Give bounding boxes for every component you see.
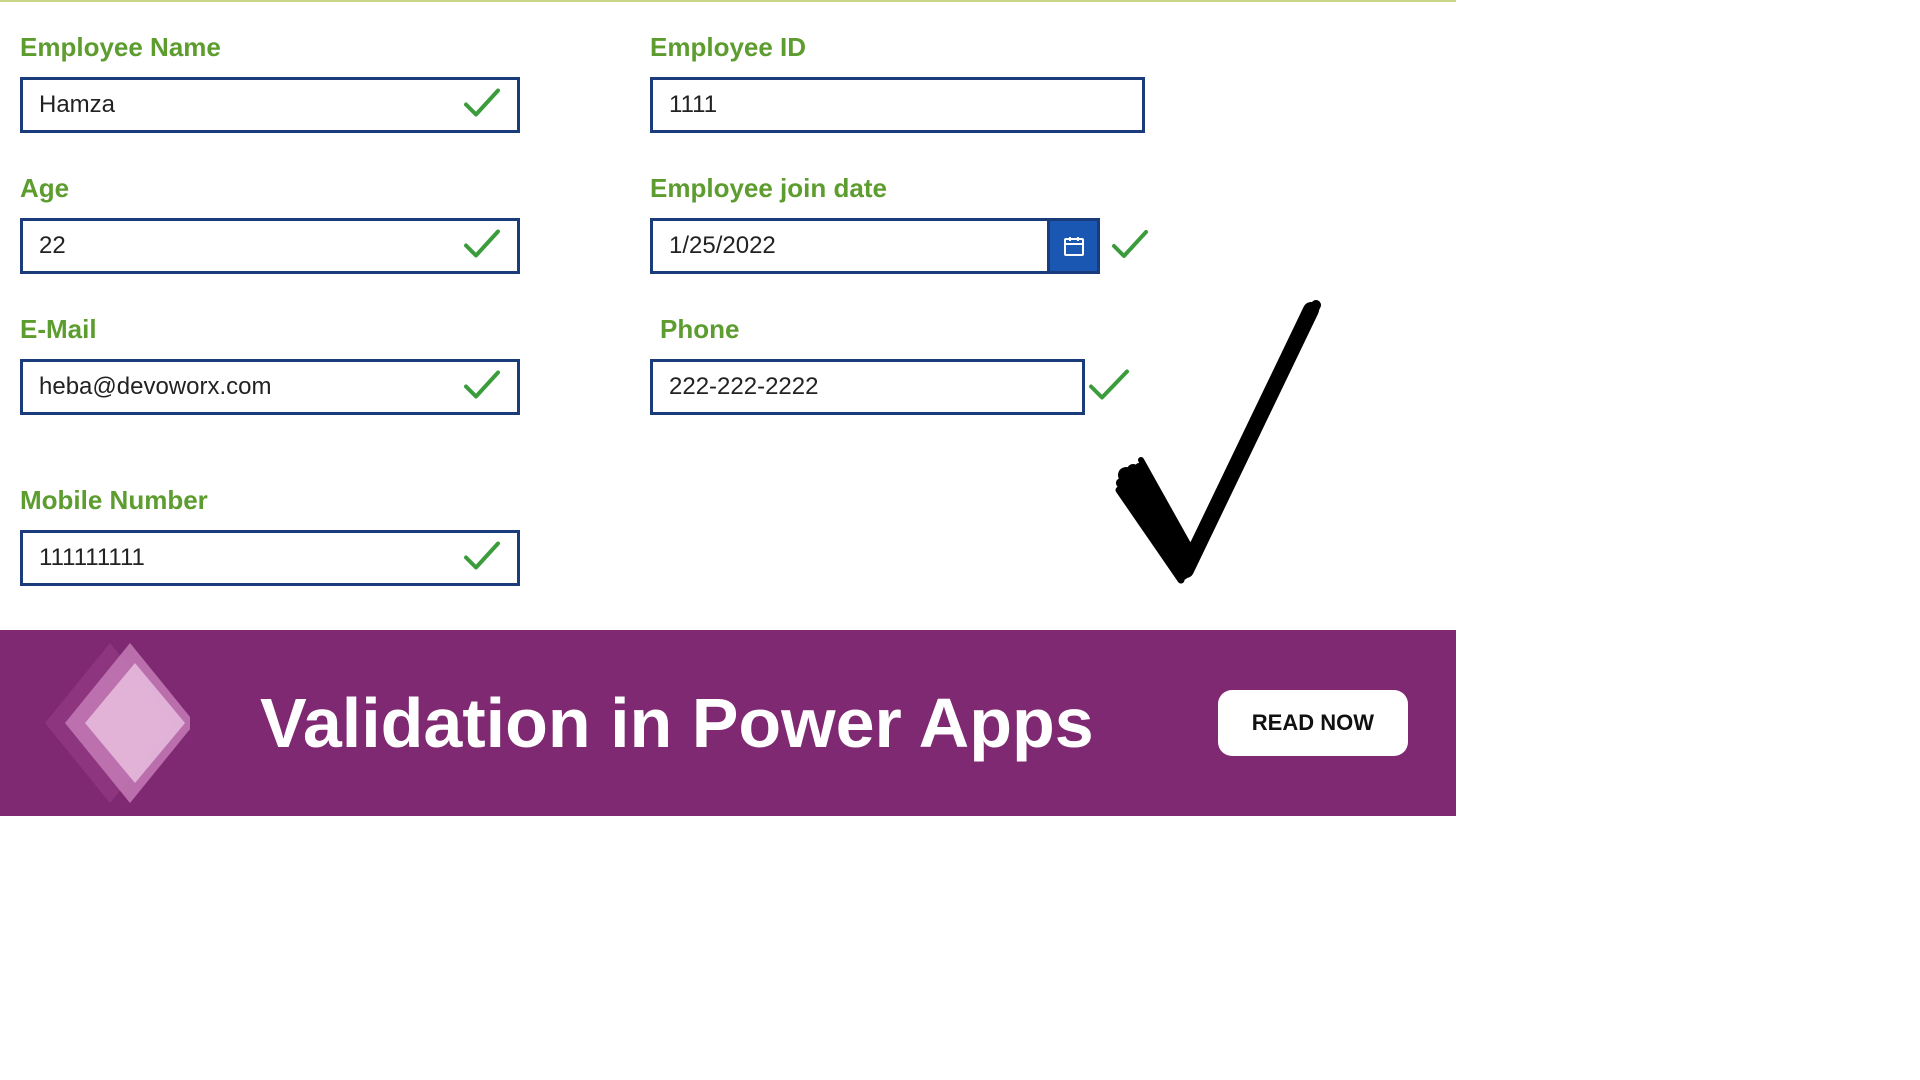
form-left-column: Employee Name Age E-Mail <box>20 32 520 626</box>
powerapps-logo-icon <box>30 643 190 803</box>
employee-id-input[interactable] <box>650 77 1145 133</box>
phone-label: Phone <box>650 314 1150 345</box>
banner-title: Validation in Power Apps <box>260 683 1218 763</box>
check-icon <box>1110 226 1150 267</box>
join-date-label: Employee join date <box>650 173 1150 204</box>
age-input[interactable] <box>20 218 520 274</box>
employee-id-group: Employee ID <box>650 32 1150 133</box>
employee-id-input-wrap <box>650 77 1150 133</box>
email-input-wrap <box>20 359 520 415</box>
employee-id-label: Employee ID <box>650 32 1150 63</box>
phone-input-wrap <box>650 359 1150 415</box>
employee-name-group: Employee Name <box>20 32 520 133</box>
join-date-group: Employee join date <box>650 173 1150 274</box>
check-icon <box>462 226 502 267</box>
age-input-wrap <box>20 218 520 274</box>
banner: Validation in Power Apps READ NOW <box>0 630 1456 816</box>
read-now-button[interactable]: READ NOW <box>1218 690 1408 756</box>
check-icon <box>462 367 502 408</box>
calendar-icon <box>1062 234 1086 258</box>
check-icon <box>462 538 502 579</box>
calendar-button[interactable] <box>1050 218 1100 274</box>
email-input[interactable] <box>20 359 520 415</box>
phone-group: Phone <box>650 314 1150 415</box>
employee-name-label: Employee Name <box>20 32 520 63</box>
join-date-input[interactable] <box>650 218 1050 274</box>
employee-name-input[interactable] <box>20 77 520 133</box>
form-right-column: Employee ID Employee join date <box>650 32 1150 626</box>
age-label: Age <box>20 173 520 204</box>
large-checkmark-icon <box>1111 295 1331 600</box>
phone-input[interactable] <box>650 359 1085 415</box>
join-date-input-wrap <box>650 218 1150 274</box>
age-group: Age <box>20 173 520 274</box>
mobile-input-wrap <box>20 530 520 586</box>
employee-name-input-wrap <box>20 77 520 133</box>
mobile-group: Mobile Number <box>20 485 520 586</box>
mobile-input[interactable] <box>20 530 520 586</box>
check-icon <box>462 85 502 126</box>
email-label: E-Mail <box>20 314 520 345</box>
email-group: E-Mail <box>20 314 520 415</box>
mobile-label: Mobile Number <box>20 485 520 516</box>
